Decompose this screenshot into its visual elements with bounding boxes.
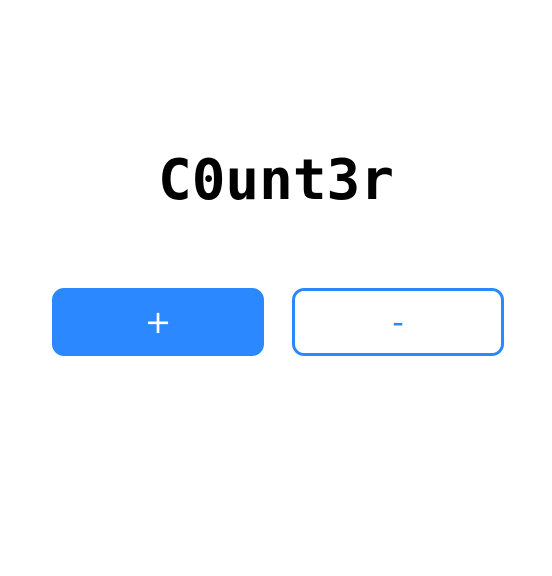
- decrement-button[interactable]: -: [292, 288, 504, 356]
- increment-button[interactable]: +: [52, 288, 264, 356]
- counter-app: C0unt3r + -: [0, 0, 552, 576]
- page-title: C0unt3r: [157, 148, 394, 213]
